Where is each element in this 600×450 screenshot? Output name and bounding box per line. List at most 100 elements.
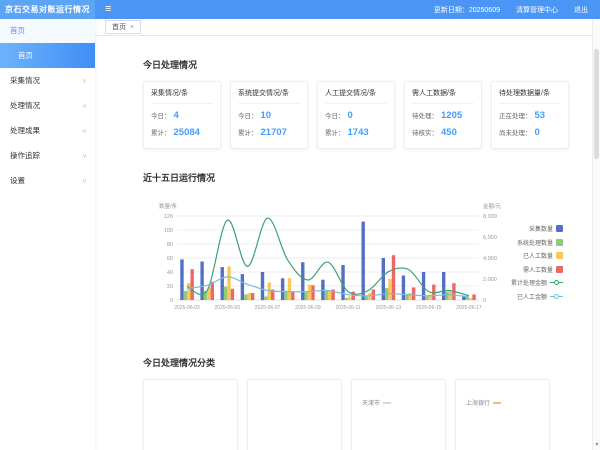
pie-legend-label: 天津市 bbox=[362, 398, 380, 407]
stat-label: 今日： bbox=[238, 110, 258, 120]
stat-card-pending: 待处理数据量/条 正在处理：53 尚未处理：0 bbox=[491, 81, 569, 149]
fifteen-day-chart: 02040608010012002,0004,0006,0008,000数量/条… bbox=[143, 198, 513, 326]
stat-label: 正在处理： bbox=[499, 110, 532, 120]
sidebar-item-label: 设置 bbox=[10, 175, 25, 186]
fifteen-day-chart-wrap: 02040608010012002,0004,0006,0008,000数量/条… bbox=[143, 198, 563, 326]
svg-text:4,000: 4,000 bbox=[483, 256, 497, 262]
stat-card-title: 采集情况/条 bbox=[151, 88, 213, 104]
vertical-scrollbar[interactable]: ▾ bbox=[592, 19, 600, 450]
legend-dash-icon bbox=[383, 402, 391, 404]
tab-label: 首页 bbox=[112, 22, 126, 32]
stat-value: 21707 bbox=[261, 127, 287, 138]
sidebar-item-home-parent[interactable]: 首页 bbox=[0, 19, 95, 43]
sidebar-item-label: 处理成果 bbox=[10, 125, 40, 136]
chevron-down-icon: ∨ bbox=[82, 77, 87, 83]
svg-text:120: 120 bbox=[164, 214, 173, 220]
stat-label: 待核实： bbox=[412, 127, 438, 137]
svg-text:2025-06-03: 2025-06-03 bbox=[174, 305, 200, 311]
stat-label: 累计： bbox=[238, 127, 258, 137]
svg-text:2025-06-09: 2025-06-09 bbox=[295, 305, 321, 311]
section-title-category: 今日处理情况分类 bbox=[143, 356, 582, 369]
top-bar: 京石交易对账运行情况 ≡ 更新日期：20250609 清算管理中心 退出 bbox=[0, 0, 600, 19]
pie-legend-bank[interactable]: 上海银行 bbox=[466, 398, 501, 407]
main-area: 首页 × 今日处理情况 采集情况/条 今日：4 累计：25084 系统提交情况/… bbox=[95, 19, 600, 450]
legend-item[interactable]: 需人工数量 bbox=[511, 265, 563, 274]
stat-card-title: 系统提交情况/条 bbox=[238, 88, 300, 104]
legend-square-icon bbox=[556, 239, 563, 246]
tab-bar: 首页 × bbox=[95, 19, 600, 36]
stat-label: 今日： bbox=[325, 110, 345, 120]
chevron-down-icon: ∨ bbox=[82, 152, 87, 158]
legend-square-icon bbox=[556, 252, 563, 259]
svg-text:6,000: 6,000 bbox=[483, 235, 497, 241]
legend-item[interactable]: 累计处理金额 bbox=[511, 278, 563, 287]
legend-label: 系统处理数量 bbox=[517, 238, 553, 247]
svg-text:8,000: 8,000 bbox=[483, 214, 497, 220]
svg-text:0: 0 bbox=[483, 298, 486, 304]
svg-text:20: 20 bbox=[167, 284, 173, 290]
category-card-3: 天津市 bbox=[351, 379, 446, 450]
update-date: 更新日期：20250609 bbox=[434, 5, 500, 15]
tab-home[interactable]: 首页 × bbox=[105, 20, 141, 34]
legend-dash-icon bbox=[493, 402, 501, 404]
svg-text:2025-06-05: 2025-06-05 bbox=[215, 305, 241, 311]
chevron-down-icon: ∨ bbox=[82, 177, 87, 183]
scroll-down-icon[interactable]: ▾ bbox=[593, 441, 600, 448]
chart-legend: 采集数量系统处理数量已人工数量需人工数量累计处理金额已人工金额 bbox=[511, 224, 563, 301]
category-card-4: 上海银行 bbox=[455, 379, 550, 450]
sidebar-item-settings[interactable]: 设置 ∨ bbox=[0, 168, 95, 193]
stat-value: 10 bbox=[261, 110, 272, 121]
legend-item[interactable]: 已人工金额 bbox=[511, 292, 563, 301]
svg-text:数量/条: 数量/条 bbox=[159, 202, 178, 210]
svg-text:40: 40 bbox=[167, 270, 173, 276]
category-card-1 bbox=[143, 379, 238, 450]
sidebar-item-trace[interactable]: 操作追踪 ∨ bbox=[0, 143, 95, 168]
stat-value: 1205 bbox=[441, 110, 462, 121]
hamburger-icon[interactable]: ≡ bbox=[105, 0, 111, 19]
category-card-2 bbox=[247, 379, 342, 450]
sidebar-item-collect[interactable]: 采集情况 ∨ bbox=[0, 68, 95, 93]
stat-card-manual-submit: 人工提交情况/条 今日：0 累计：1743 bbox=[317, 81, 395, 149]
legend-label: 已人工金额 bbox=[517, 292, 547, 301]
legend-label: 采集数量 bbox=[529, 224, 553, 233]
stat-card-collect: 采集情况/条 今日：4 累计：25084 bbox=[143, 81, 221, 149]
chevron-down-icon: ∨ bbox=[82, 127, 87, 133]
svg-text:2025-06-11: 2025-06-11 bbox=[336, 305, 361, 311]
stat-label: 尚未处理： bbox=[499, 127, 532, 137]
stat-value: 53 bbox=[535, 110, 546, 121]
scrollbar-thumb[interactable] bbox=[594, 49, 599, 159]
legend-item[interactable]: 已人工数量 bbox=[511, 251, 563, 260]
svg-text:0: 0 bbox=[170, 298, 173, 304]
svg-text:100: 100 bbox=[164, 228, 173, 234]
stat-label: 累计： bbox=[325, 127, 345, 137]
logout-link[interactable]: 退出 bbox=[574, 5, 588, 15]
org-name[interactable]: 清算管理中心 bbox=[516, 5, 558, 15]
legend-item[interactable]: 系统处理数量 bbox=[511, 238, 563, 247]
stat-value: 25084 bbox=[174, 127, 200, 138]
legend-item[interactable]: 采集数量 bbox=[511, 224, 563, 233]
content-scroll-area[interactable]: 今日处理情况 采集情况/条 今日：4 累计：25084 系统提交情况/条 今日：… bbox=[95, 36, 592, 450]
category-cards-row: 天津市 上海银行 bbox=[143, 379, 582, 450]
stat-card-title: 需人工数据/条 bbox=[412, 88, 474, 104]
legend-line-icon bbox=[550, 293, 563, 300]
svg-text:2025-06-07: 2025-06-07 bbox=[255, 305, 281, 311]
legend-square-icon bbox=[556, 266, 563, 273]
stat-value: 1743 bbox=[348, 127, 369, 138]
svg-text:金额/元: 金额/元 bbox=[483, 202, 502, 210]
sidebar-item-label: 操作追踪 bbox=[10, 150, 40, 161]
sidebar-item-label: 采集情况 bbox=[10, 75, 40, 86]
stat-card-title: 人工提交情况/条 bbox=[325, 88, 387, 104]
svg-text:2025-06-13: 2025-06-13 bbox=[376, 305, 402, 311]
sidebar: 首页 首页 采集情况 ∨ 处理情况 ∨ 处理成果 ∨ 操作追踪 ∨ 设置 ∨ bbox=[0, 19, 95, 450]
legend-label: 累计处理金额 bbox=[511, 278, 547, 287]
sidebar-item-process[interactable]: 处理情况 ∨ bbox=[0, 93, 95, 118]
close-icon[interactable]: × bbox=[130, 24, 134, 31]
pie-legend-tianjin[interactable]: 天津市 bbox=[362, 398, 391, 407]
stat-card-title: 待处理数据量/条 bbox=[499, 88, 561, 104]
svg-text:2,000: 2,000 bbox=[483, 277, 497, 283]
sidebar-item-results[interactable]: 处理成果 ∨ bbox=[0, 118, 95, 143]
legend-label: 需人工数量 bbox=[523, 265, 553, 274]
sidebar-item-home-active[interactable]: 首页 bbox=[0, 43, 95, 68]
svg-text:60: 60 bbox=[167, 256, 173, 262]
today-cards-row: 采集情况/条 今日：4 累计：25084 系统提交情况/条 今日：10 累计：2… bbox=[143, 81, 582, 149]
